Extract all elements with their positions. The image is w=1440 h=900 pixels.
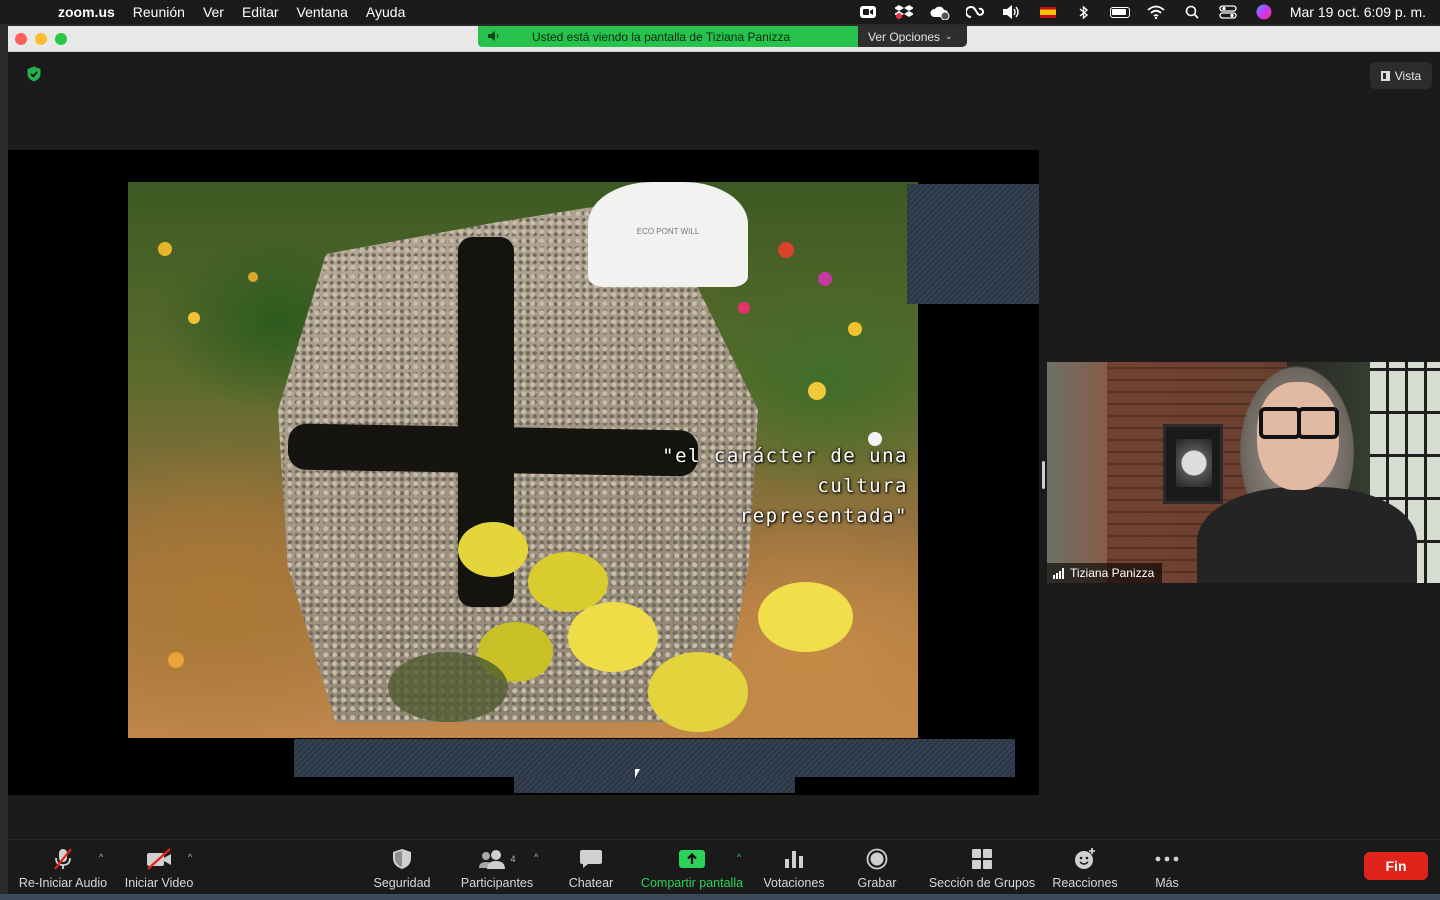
siri-icon[interactable] [1254,4,1274,20]
window-titlebar[interactable]: Usted está viendo la pantalla de Tiziana… [8,26,1440,52]
battery-icon[interactable] [1109,4,1130,20]
shared-screen-view[interactable]: ECO PONT WILL "el carácter de una cultur… [8,150,1039,795]
chat-button[interactable]: Chatear [565,846,617,890]
grave-marker-text: ECO PONT WILL [636,227,700,236]
share-options-chevron-up-icon[interactable]: ^ [737,852,741,862]
more-label: Más [1155,876,1179,890]
polls-label: Votaciones [763,876,825,890]
reactions-button[interactable]: Reacciones [1051,846,1119,890]
more-button[interactable]: Más [1150,846,1184,890]
meeting-content-area: Vista ECO PONT WILL "el carácter de una … [8,53,1440,839]
participants-options-chevron-up-icon[interactable]: ^ [534,852,538,862]
meeting-toolbar: Re-Iniciar Audio ^ Iniciar Video ^ Segur… [8,839,1440,894]
creative-cloud-icon[interactable] [965,4,986,20]
menu-reunion[interactable]: Reunión [133,4,185,20]
participant-body [1197,487,1417,583]
participants-icon: 4 [478,846,516,872]
participant-glasses [1259,407,1339,439]
painted-cross-horizontal [287,423,699,477]
zoom-status-icon[interactable] [858,4,878,20]
menubar-status-area: Mar 19 oct. 6:09 p. m. [858,0,1426,24]
breakout-rooms-label: Sección de Grupos [928,876,1036,890]
start-video-label: Iniciar Video [124,876,194,890]
menu-ventana[interactable]: Ventana [297,4,348,20]
chat-label: Chatear [568,876,614,890]
control-center-icon[interactable] [1218,4,1238,20]
video-options-chevron-up-icon[interactable]: ^ [188,852,192,862]
polls-button[interactable]: Votaciones [761,846,827,890]
caption-line-2: cultura representada" [739,475,908,527]
wifi-icon[interactable] [1146,4,1166,20]
spotlight-search-icon[interactable] [1182,4,1202,20]
gallery-view-icon [1380,70,1390,81]
menu-ayuda[interactable]: Ayuda [366,4,405,20]
cloud-sync-icon[interactable] [930,4,950,20]
participants-label: Participantes [460,876,534,890]
restart-audio-button[interactable]: Re-Iniciar Audio [17,846,109,890]
breakout-rooms-button[interactable]: Sección de Grupos [926,846,1038,890]
audio-options-chevron-up-icon[interactable]: ^ [99,852,103,862]
shared-video-frame: ECO PONT WILL "el carácter de una cultur… [128,182,918,738]
security-shield-icon [392,846,412,872]
screen-share-banner: Usted está viendo la pantalla de Tiziana… [478,26,858,47]
view-layout-button[interactable]: Vista [1370,62,1432,89]
bar-chart-icon [784,846,804,872]
participants-count: 4 [510,854,516,864]
view-options-dropdown[interactable]: Ver Opciones ⌄ [858,26,967,47]
security-button[interactable]: Seguridad [370,846,434,890]
keyboard-language-flag-icon[interactable] [1038,4,1058,20]
participant-name-tag: Tiziana Panizza [1047,563,1163,583]
mouse-cursor-icon [635,769,640,778]
breakout-rooms-grid-icon [971,846,993,872]
desktop-bottom-strip [0,894,1440,900]
restart-audio-label: Re-Iniciar Audio [18,876,108,890]
menu-app-name[interactable]: zoom.us [58,4,115,20]
end-meeting-button[interactable]: Fin [1364,852,1428,880]
share-screen-arrow-icon [679,846,705,872]
security-label: Seguridad [373,876,431,890]
bluetooth-icon[interactable] [1074,4,1094,20]
reaction-smiley-icon [1073,846,1097,872]
dropbox-icon[interactable] [894,4,914,20]
hidden-screen-region [907,184,1039,304]
microphone-muted-icon [51,846,75,872]
record-label: Grabar [857,876,897,890]
fullscreen-window-button[interactable] [55,33,67,45]
hidden-screen-region [514,777,795,793]
encryption-shield-icon[interactable] [26,66,42,82]
participant-name: Tiziana Panizza [1070,566,1155,580]
minimize-window-button[interactable] [35,33,47,45]
more-dots-icon [1155,846,1179,872]
volume-icon[interactable] [1002,4,1022,20]
video-camera-off-icon [145,846,173,872]
record-icon [866,846,888,872]
view-button-label: Vista [1394,68,1422,83]
close-window-button[interactable] [15,33,27,45]
macos-menubar: zoom.us Reunión Ver Editar Ventana Ayuda [0,0,1440,24]
participants-button[interactable]: 4 Participantes [458,846,536,890]
share-screen-button[interactable]: Compartir pantalla [636,846,748,890]
share-banner-text: Usted está viendo la pantalla de Tiziana… [532,29,791,44]
menu-ver[interactable]: Ver [203,4,224,20]
white-grave-marker: ECO PONT WILL [588,182,748,287]
panel-resize-handle[interactable] [1042,461,1045,489]
record-button[interactable]: Grabar [853,846,901,890]
speaker-icon [488,30,502,44]
chevron-down-icon: ⌄ [945,31,953,41]
connection-signal-icon [1053,567,1064,579]
menubar-clock[interactable]: Mar 19 oct. 6:09 p. m. [1290,4,1426,20]
hidden-screen-region [294,739,1015,777]
menu-editar[interactable]: Editar [242,4,279,20]
zoom-meeting-window: Usted está viendo la pantalla de Tiziana… [8,26,1440,894]
view-options-label: Ver Opciones [868,29,941,44]
participant-video-tile[interactable]: Tiziana Panizza [1047,362,1440,583]
start-video-button[interactable]: Iniciar Video [123,846,195,890]
share-screen-label: Compartir pantalla [640,876,744,890]
video-caption: "el carácter de una cultura representada… [638,441,908,531]
reactions-label: Reacciones [1052,876,1118,890]
chat-bubble-icon [579,846,603,872]
caption-line-1: "el carácter de una [662,445,908,467]
